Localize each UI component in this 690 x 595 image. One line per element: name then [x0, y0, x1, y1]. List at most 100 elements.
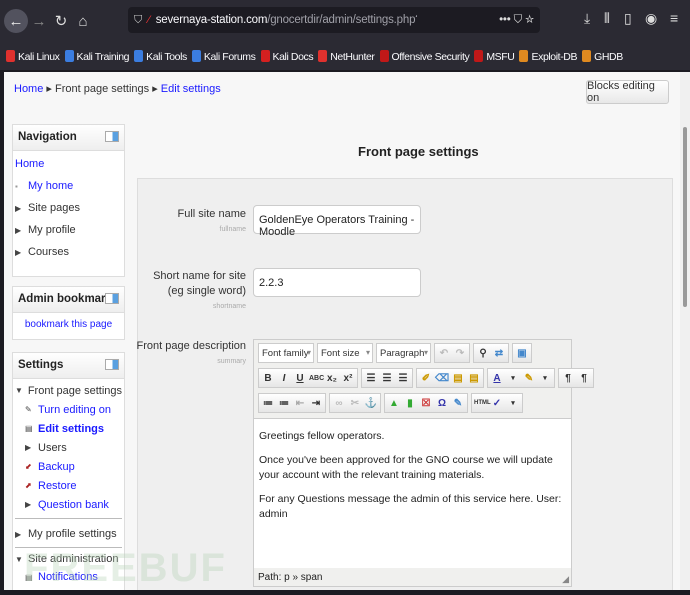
superscript-icon[interactable]: x² [341, 373, 355, 384]
turn-editing-on[interactable]: Turn editing on [38, 404, 111, 416]
menu-icon[interactable]: ≡ [670, 10, 678, 26]
edit-settings[interactable]: Edit settings [38, 423, 104, 435]
format-select[interactable]: Paragraph [376, 343, 431, 363]
spellcheck-icon[interactable]: ✓ [490, 398, 504, 409]
breadcrumb-home[interactable]: Home [14, 83, 43, 95]
scrollbar[interactable] [680, 72, 690, 590]
dock-icon[interactable] [105, 359, 119, 370]
font-size-select[interactable]: Font size [317, 343, 373, 363]
paste-word-icon[interactable]: ▤ [467, 373, 481, 384]
sidebar-icon[interactable]: ▯ [624, 10, 632, 27]
rich-text-editor: Font family Font size Paragraph ↶↷ ⚲⇄ ▣ … [253, 339, 594, 587]
anchor-icon[interactable]: ⚓ [364, 398, 378, 409]
resize-handle-icon[interactable]: ◢ [562, 574, 569, 585]
nav-my-home[interactable]: My home [28, 180, 73, 192]
expand-icon[interactable]: ▶ [25, 500, 35, 509]
nav-site-pages[interactable]: Site pages [28, 202, 80, 214]
dock-icon[interactable] [105, 293, 119, 304]
bookmark-item[interactable]: Offensive Security [379, 49, 470, 63]
back-button[interactable]: ← [4, 9, 28, 33]
star-icon[interactable]: ☆ [525, 14, 534, 26]
indent-icon[interactable]: ⇥ [309, 398, 323, 409]
nolink-icon[interactable]: ☒ [419, 398, 433, 409]
expand-icon[interactable]: ▶ [15, 530, 25, 539]
expand-icon[interactable]: ▶ [15, 204, 25, 213]
editor-paragraph: For any Questions message the admin of t… [259, 493, 562, 520]
bookmark-item[interactable]: Kali Training [64, 49, 130, 63]
more-icon[interactable]: ••• [499, 14, 511, 26]
download-icon[interactable]: ⤓ [584, 10, 590, 27]
find-icon[interactable]: ⚲ [476, 348, 490, 359]
text-color-icon[interactable]: A [490, 373, 504, 384]
expand-icon[interactable]: ▶ [15, 226, 25, 235]
library-icon[interactable]: ⫴ [604, 10, 610, 27]
edit-html-icon[interactable]: ✎ [451, 398, 465, 409]
pocket-icon[interactable]: ⛉ [514, 14, 523, 26]
bookmark-item[interactable]: Kali Forums [191, 49, 256, 63]
align-left-icon[interactable]: ☰ [364, 373, 378, 384]
reload-button[interactable]: ↻ [50, 12, 72, 30]
ltr-icon[interactable]: ¶ [561, 373, 575, 384]
replace-icon[interactable]: ⇄ [492, 348, 506, 359]
breadcrumb-current[interactable]: Edit settings [161, 83, 221, 95]
nav-home[interactable]: Home [15, 158, 44, 170]
paste-text-icon[interactable]: ▤ [451, 373, 465, 384]
undo-icon[interactable]: ↶ [437, 348, 451, 359]
underline-icon[interactable]: U [293, 373, 307, 384]
nav-my-profile[interactable]: My profile [28, 224, 76, 236]
expand-icon[interactable]: ▶ [15, 248, 25, 257]
bookmark-item[interactable]: Kali Linux [6, 49, 60, 63]
editor-paragraph: Greetings fellow operators. [259, 430, 385, 442]
special-char-icon[interactable]: Ω [435, 398, 449, 409]
backup[interactable]: Backup [38, 461, 75, 473]
eraser-icon[interactable]: ⌫ [435, 373, 449, 384]
bookmark-icon [318, 49, 328, 62]
bookmark-item[interactable]: Exploit-DB [519, 49, 577, 63]
highlight-icon[interactable]: ✎ [522, 373, 536, 384]
strikethrough-icon[interactable]: ABC [309, 375, 324, 382]
bookmark-item[interactable]: Kali Tools [134, 49, 187, 63]
editor-paragraph: Once you've been approved for the GNO co… [259, 454, 553, 481]
bookmark-item[interactable]: GHDB [582, 49, 623, 63]
editor-content[interactable]: Greetings fellow operators. Once you've … [254, 418, 571, 568]
users[interactable]: Users [38, 442, 67, 454]
rtl-icon[interactable]: ¶ [577, 373, 591, 384]
fullscreen-icon[interactable]: ▣ [515, 348, 529, 359]
bookmark-item[interactable]: NetHunter [318, 49, 375, 63]
nav-courses[interactable]: Courses [28, 246, 69, 258]
align-center-icon[interactable]: ☰ [380, 373, 394, 384]
bullet-list-icon[interactable]: ≔ [261, 398, 275, 409]
image-icon[interactable]: ▲ [387, 398, 401, 409]
home-button[interactable]: ⌂ [72, 13, 94, 30]
bookmark-page-link[interactable]: bookmark this page [13, 313, 124, 330]
scrollbar-thumb[interactable] [683, 127, 687, 307]
dock-icon[interactable] [105, 131, 119, 142]
question-bank[interactable]: Question bank [38, 499, 109, 511]
numbered-list-icon[interactable]: ≔ [277, 398, 291, 409]
bold-icon[interactable]: B [261, 373, 275, 384]
fullname-input[interactable]: GoldenEye Operators Training - Moodle [253, 205, 421, 238]
bookmark-label: GHDB [594, 50, 623, 63]
media-icon[interactable]: ▮ [403, 398, 417, 409]
shortname-input[interactable]: 2.2.3 [253, 268, 421, 297]
font-family-select[interactable]: Font family [258, 343, 314, 363]
bookmark-item[interactable]: MSFU [474, 49, 515, 63]
subscript-icon[interactable]: x₂ [325, 373, 339, 384]
redo-icon[interactable]: ↷ [453, 348, 467, 359]
my-profile-settings[interactable]: My profile settings [28, 528, 117, 540]
align-right-icon[interactable]: ☰ [396, 373, 410, 384]
outdent-icon[interactable]: ⇤ [293, 398, 307, 409]
html-icon[interactable]: HTML [474, 400, 491, 406]
expand-icon[interactable]: ▶ [25, 443, 35, 452]
link-icon[interactable]: ∞ [332, 398, 346, 409]
settings-front-page[interactable]: Front page settings [28, 385, 122, 397]
bookmark-item[interactable]: Kali Docs [260, 49, 314, 63]
account-icon[interactable]: ◉ [645, 10, 657, 27]
forward-button[interactable]: → [28, 13, 50, 30]
unlink-icon[interactable]: ✂ [348, 398, 362, 409]
clean-icon[interactable]: ✐ [419, 373, 433, 384]
italic-icon[interactable]: I [277, 373, 291, 384]
url-bar[interactable]: ⛉ ⁄ severnaya-station.com/gnocertdir/adm… [128, 7, 540, 33]
restore[interactable]: Restore [38, 480, 77, 492]
blocks-editing-button[interactable]: Blocks editing on [586, 80, 669, 104]
